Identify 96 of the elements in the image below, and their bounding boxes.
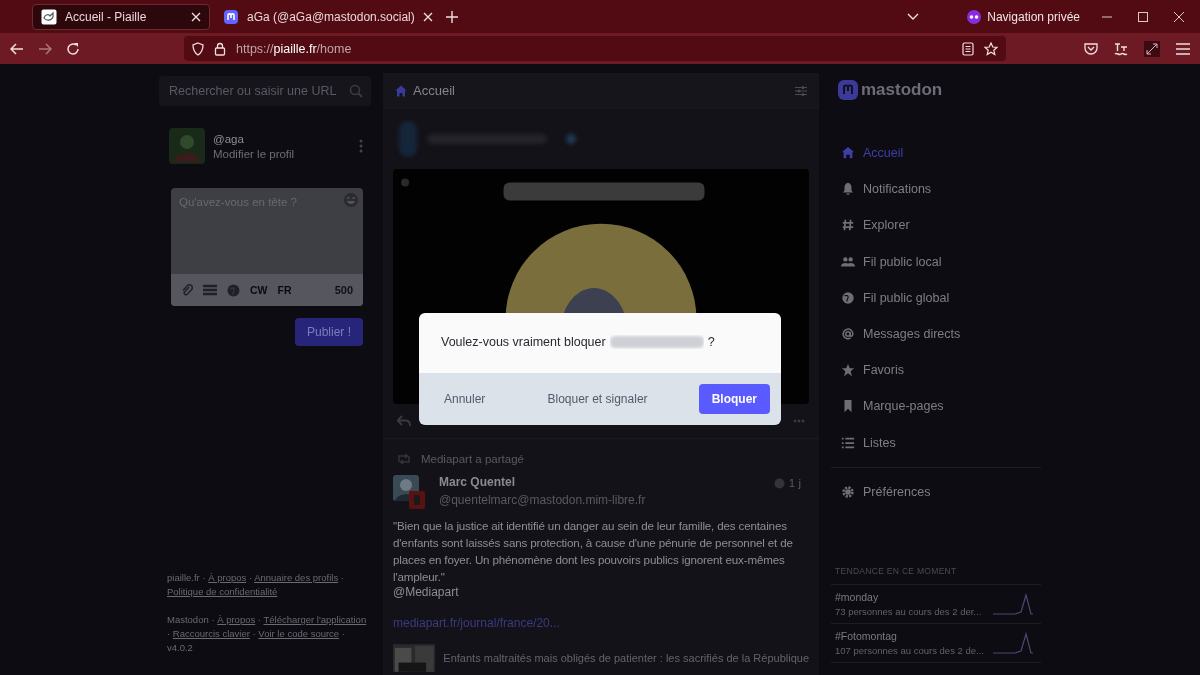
boost-icon [397,454,411,464]
shield-icon[interactable] [192,41,204,56]
separator-dot: · [341,628,345,639]
dialog-message: Voulez-vous vraiment bloquer [441,335,606,349]
star-icon [841,363,855,378]
separator-dot: · [257,614,262,625]
browser-tab[interactable]: Accueil - Piaille [32,3,210,30]
section-heading: TENDANCE EN CE MOMENT [831,566,1041,585]
mastodon-logo-icon [837,79,859,101]
separator-dot: · [167,628,171,639]
mastodon-favicon-icon [223,8,239,25]
footer-link[interactable]: Télécharger l'application [263,614,367,625]
mention[interactable]: @Mediapart [393,585,809,599]
settings-icon [841,484,855,499]
private-browsing-label: Navigation privée [987,9,1080,24]
logo-wordmark: mastodon [861,80,943,100]
forward-icon[interactable] [38,42,52,55]
link-card-title[interactable]: Enfants maltraités mais obligés de patienter : les sacrifiés de la République [443,652,809,664]
separator-dot: · [252,628,256,639]
footer-link[interactable]: Voir le code source [258,628,340,639]
home-icon [395,84,407,97]
post-text: "Bien que la justice ait identifié un danger au sein de leur famille, des centaines d'enfants sont laissés sans protection, à cause d'une pénurie de personnel et de places en foyer. Un phénomène dont les pouvoirs publics ignorent eux-mêmes l'ampleur." [393,518,794,585]
nav-item[interactable]: Fil public global [831,279,1041,316]
sparkline-icon [993,593,1033,615]
separator-dot: · [202,572,206,583]
reload-icon[interactable] [66,41,80,56]
menu-icon[interactable] [1176,42,1190,55]
url-text: https://piaille.fr/home [236,41,352,56]
footer-text: piaille.fr [167,572,200,583]
separator-dot: · [340,572,344,583]
pocket-icon[interactable] [1084,42,1098,55]
at-sign-icon [841,327,855,342]
close-icon[interactable] [191,11,201,22]
block-button[interactable]: Bloquer [698,384,770,414]
publish-button[interactable]: Publier ! [294,318,363,346]
chevron-down-icon[interactable] [907,12,920,21]
separator-dot: · [248,572,253,583]
lock-icon[interactable] [214,41,226,56]
nav-item[interactable]: Préférences [831,473,1041,510]
reader-view-icon[interactable] [962,41,974,56]
boost-label: Mediapart a partagé [421,453,524,465]
redacted-username-icon [609,335,704,349]
dialog-button[interactable]: Annuler [433,384,497,414]
footer-text: Mastodon [167,614,209,625]
trend-hashtag[interactable]: #monday [835,591,993,603]
footer-link[interactable]: À propos [217,614,256,625]
nav-item[interactable]: Marque-pages [831,388,1041,425]
blurred-name-icon [427,134,577,144]
footer-link[interactable]: Politique de confidentialité [167,586,278,597]
nav-item[interactable]: Listes [831,424,1041,461]
close-icon[interactable] [1174,11,1184,22]
profile-handle: @aga [213,132,245,145]
separator-dot: · [211,614,215,625]
nav-item[interactable]: Favoris [831,352,1041,389]
maximize-icon[interactable] [1138,11,1148,22]
character-counter: 500 [334,284,353,296]
author-name[interactable]: Marc Quentel [439,475,760,489]
author-handle: @quentelmarc@mastodon.mim-libre.fr [439,493,647,507]
trend-stats: 73 personnes au cours des 2 der... [835,606,983,617]
content-warning-toggle[interactable]: CW [250,284,268,296]
back-icon[interactable] [10,42,24,55]
fullscreen-icon[interactable] [1144,40,1160,57]
trend-hashtag[interactable]: #Fotomontag [835,630,993,642]
paperclip-icon[interactable] [181,283,193,297]
footer-link[interactable]: À propos [208,572,247,583]
trend-stats: 107 personnes au cours des 2 de... [835,645,985,656]
footer-link[interactable]: Annuaire des profils [254,572,339,583]
edit-profile-link[interactable]: Modifier le profil [213,147,351,160]
dialog-button[interactable]: Bloquer et signaler [536,384,659,414]
bookmark-star-icon[interactable] [984,41,998,56]
close-icon[interactable] [422,11,433,22]
footer-text: v4.0.2 [167,642,193,653]
nav-item[interactable]: Notifications [831,171,1041,208]
users-icon [841,254,855,269]
bird-favicon-icon [41,8,57,25]
avatar-icon [393,475,425,509]
nav-item[interactable]: Explorer [831,207,1041,244]
hashtag-icon [841,218,855,233]
new-tab-icon[interactable] [445,10,458,23]
extension-icon[interactable] [1114,41,1128,56]
column-title: Accueil [413,83,455,98]
list-icon [841,435,855,450]
nav-item[interactable]: Messages directs [831,315,1041,353]
footer-link[interactable]: Raccourcis clavier [172,628,250,639]
search-field[interactable]: Rechercher ou saisir une URL [159,76,371,106]
browser-tab[interactable]: aGa (@aGa@mastodon.social) [214,3,442,30]
dialog-message: ? [707,335,715,349]
bell-icon [841,182,855,197]
mask-icon [967,9,982,24]
avatar-icon [169,128,205,164]
address-bar[interactable]: https://piaille.fr/home [184,36,1006,61]
home-icon [841,146,855,161]
sparkline-icon [993,632,1033,654]
nav-item[interactable]: Fil public local [831,243,1041,280]
language-toggle[interactable]: FR [277,284,292,296]
post-time[interactable]: 1 j [788,477,801,489]
